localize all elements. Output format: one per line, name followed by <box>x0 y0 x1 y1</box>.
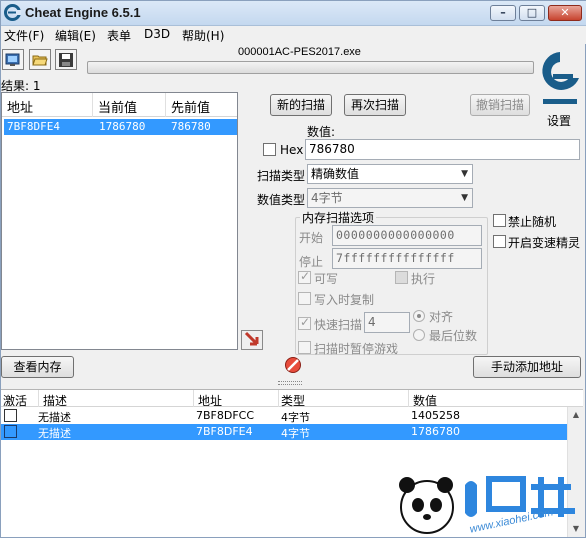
writable-checkbox[interactable] <box>298 269 311 284</box>
start-address-label: 开始 <box>299 231 324 245</box>
red-arrow-icon <box>244 331 259 346</box>
save-button[interactable] <box>55 49 77 70</box>
open-file-icon <box>32 55 48 66</box>
stop-address-input[interactable]: 7fffffffffffffff <box>332 248 482 269</box>
speedhack-label: 开启变速精灵 <box>508 236 581 250</box>
found-results-list[interactable]: 地址 当前值 先前值 7BF8DFE4 1786780 786780 <box>1 92 238 350</box>
scan-type-label: 扫描类型 <box>257 169 306 183</box>
menu-file[interactable]: 文件(F) <box>4 27 44 44</box>
settings-label[interactable]: 设置 <box>547 112 571 129</box>
results-header: 地址 当前值 先前值 <box>2 93 237 117</box>
copy-on-write-label: 写入时复制 <box>314 293 375 307</box>
open-file-button[interactable] <box>29 49 51 70</box>
menu-d3d[interactable]: D3D <box>144 27 170 41</box>
process-name: 000001AC-PES2017.exe <box>238 46 361 58</box>
disable-random-checkbox[interactable] <box>493 214 506 227</box>
menu-bar: 文件(F) 编辑(E) 表单 D3D 帮助(H) <box>1 26 586 44</box>
chevron-down-icon: ▼ <box>461 169 468 179</box>
pause-game-label: 扫描时暂停游戏 <box>314 342 399 356</box>
title-bar: Cheat Engine 6.5.1 – □ ✕ <box>1 1 586 26</box>
close-button[interactable]: ✕ <box>548 5 582 21</box>
column-address[interactable]: 地址 <box>198 392 222 409</box>
align-radio[interactable] <box>413 310 425 322</box>
column-value[interactable]: 数值 <box>413 392 437 409</box>
start-address-input[interactable]: 0000000000000000 <box>332 225 482 246</box>
column-description[interactable]: 描述 <box>43 392 67 409</box>
column-active[interactable]: 激活 <box>3 392 27 409</box>
add-to-list-button[interactable] <box>241 330 263 350</box>
last-digits-label: 最后位数 <box>429 329 478 343</box>
value-type-label: 数值类型 <box>257 193 306 207</box>
row-address: 7BF8DFE4 <box>196 425 253 438</box>
address-row[interactable]: 无描述 7BF8DFCC 4字节 1405258 <box>1 408 567 424</box>
executable-label: 执行 <box>411 272 436 286</box>
disable-random-label: 禁止随机 <box>508 215 557 229</box>
column-previous-value[interactable]: 先前值 <box>171 97 210 116</box>
row-type: 4字节 <box>281 411 310 424</box>
undo-scan-button[interactable]: 撤销扫描 <box>470 94 530 116</box>
pause-game-checkbox[interactable] <box>298 341 311 354</box>
value-type-select[interactable]: 4字节 ▼ <box>307 188 473 208</box>
address-row[interactable]: 无描述 7BF8DFE4 4字节 1786780 <box>1 424 567 440</box>
scan-type-value: 精确数值 <box>311 167 360 181</box>
last-digits-radio[interactable] <box>413 329 425 341</box>
writable-label: 可写 <box>314 272 339 286</box>
hex-checkbox[interactable] <box>263 143 276 156</box>
row-type: 4字节 <box>281 427 310 440</box>
cheat-engine-app-icon <box>4 4 21 21</box>
window-title: Cheat Engine 6.5.1 <box>25 5 141 20</box>
value-type-value: 4字节 <box>311 191 343 205</box>
hex-label: Hex <box>280 143 304 157</box>
memory-scan-options-title: 内存扫描选项 <box>300 209 377 226</box>
menu-table[interactable]: 表单 <box>107 27 131 44</box>
cheat-engine-logo-icon[interactable] <box>537 48 583 108</box>
speedhack-checkbox[interactable] <box>493 235 506 248</box>
result-row[interactable]: 7BF8DFE4 1786780 786780 <box>4 119 237 135</box>
scan-type-select[interactable]: 精确数值 ▼ <box>307 164 473 184</box>
open-process-icon <box>5 53 20 66</box>
active-checkbox[interactable] <box>4 409 17 422</box>
save-icon <box>59 53 73 67</box>
maximize-button[interactable]: □ <box>519 5 545 21</box>
fast-scan-label: 快速扫描 <box>314 318 363 332</box>
address-list-header: 激活 描述 地址 类型 数值 <box>1 390 583 409</box>
chevron-down-icon: ▼ <box>461 193 468 203</box>
copy-on-write-checkbox[interactable] <box>298 292 311 305</box>
scan-progress-bar <box>87 61 534 74</box>
fast-scan-value-input[interactable]: 4 <box>364 312 410 333</box>
add-address-manually-button[interactable]: 手动添加地址 <box>473 356 581 378</box>
minimize-button[interactable]: – <box>490 5 516 21</box>
row-description: 无描述 <box>38 427 71 440</box>
fast-scan-checkbox[interactable] <box>298 315 311 330</box>
active-checkbox[interactable] <box>4 425 17 438</box>
align-label: 对齐 <box>429 310 454 324</box>
result-previous: 786780 <box>171 120 211 133</box>
column-address[interactable]: 地址 <box>7 97 33 116</box>
row-value: 1405258 <box>411 409 460 422</box>
stop-address-label: 停止 <box>299 255 324 269</box>
menu-help[interactable]: 帮助(H) <box>182 27 224 44</box>
result-current: 1786780 <box>99 120 146 133</box>
executable-checkbox[interactable] <box>395 271 408 284</box>
column-type[interactable]: 类型 <box>281 392 305 409</box>
open-process-button[interactable] <box>2 49 24 70</box>
row-address: 7BF8DFCC <box>196 409 255 422</box>
scroll-up-icon[interactable]: ▲ <box>568 407 584 423</box>
menu-edit[interactable]: 编辑(E) <box>55 27 96 44</box>
stop-icon[interactable] <box>284 356 302 374</box>
row-description: 无描述 <box>38 411 71 424</box>
new-scan-button[interactable]: 新的扫描 <box>270 94 332 116</box>
splitter-handle[interactable] <box>278 381 302 385</box>
value-label: 数值: <box>307 125 336 139</box>
result-address: 7BF8DFE4 <box>7 120 60 133</box>
row-value: 1786780 <box>411 425 460 438</box>
next-scan-button[interactable]: 再次扫描 <box>344 94 406 116</box>
scan-value-input[interactable]: 786780 <box>305 139 580 160</box>
view-memory-button[interactable]: 查看内存 <box>1 356 74 378</box>
column-current-value[interactable]: 当前值 <box>98 97 137 116</box>
cheat-engine-window: Cheat Engine 6.5.1 – □ ✕ 文件(F) 编辑(E) 表单 … <box>0 0 586 538</box>
